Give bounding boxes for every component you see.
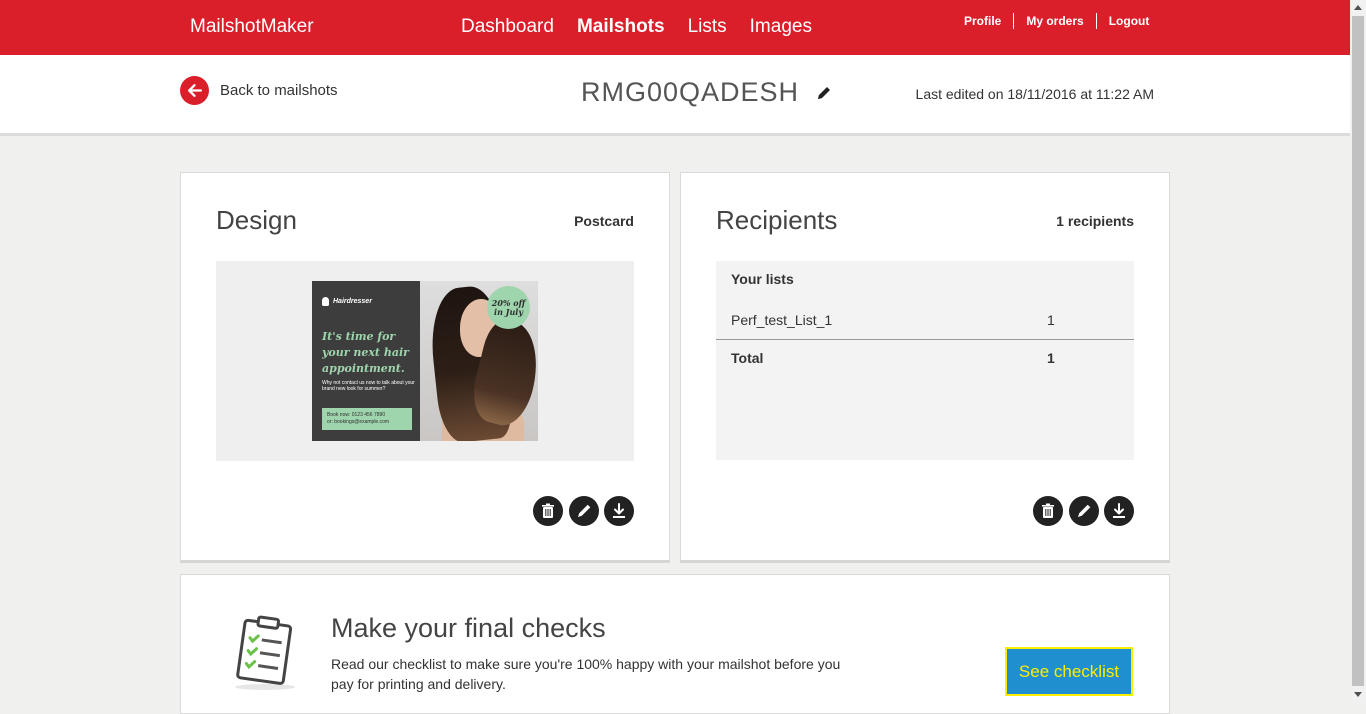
postcard-photo: 20% off in July [420,281,538,441]
scroll-down-arrow-icon[interactable] [1354,692,1362,697]
mailshot-header: Back to mailshots RMG00QADESH Last edite… [0,55,1350,136]
design-download-button[interactable] [604,496,634,526]
postcard-discount-badge: 20% off in July [487,286,530,329]
postcard-preview[interactable]: Hairdresser It's time for your next hair… [312,281,538,441]
total-value: 1 [1047,350,1055,366]
final-checks-title: Make your final checks [331,613,606,643]
list-count: 1 [1047,312,1055,328]
nav-dashboard[interactable]: Dashboard [461,16,554,38]
design-preview-area: Hairdresser It's time for your next hair… [216,261,634,461]
postcard-brand: Hairdresser [322,297,372,306]
final-checks-card: Make your final checks Read our checklis… [180,574,1170,714]
nav-mailshots[interactable]: Mailshots [577,16,665,38]
list-item[interactable]: Perf_test_List_1 1 [731,312,1119,328]
your-lists-heading: Your lists [731,271,794,287]
hairdresser-logo-icon [322,297,329,306]
design-delete-button[interactable] [533,496,563,526]
postcard-headline: It's time for your next hair appointment… [322,330,409,375]
postcard-badge-text: 20% off in July [491,297,526,317]
scroll-up-arrow-icon[interactable] [1354,5,1362,10]
postcard-brand-text: Hairdresser [333,298,372,305]
recipients-heading: Recipients [716,205,838,235]
nav-lists[interactable]: Lists [688,16,727,38]
back-to-mailshots-link[interactable]: Back to mailshots [180,76,338,105]
profile-link[interactable]: Profile [964,14,1001,28]
vertical-scrollbar[interactable] [1350,0,1366,702]
total-row: Total 1 [731,350,1119,366]
mailshot-title: RMG00QADESH [581,77,800,107]
trash-icon [542,503,554,518]
postcard-cta-phone: Book now: 0123 456 7890 [327,412,386,418]
nav-divider [1095,13,1097,29]
recipients-edit-button[interactable] [1069,496,1099,526]
recipients-delete-button[interactable] [1033,496,1063,526]
trash-icon [1042,503,1054,518]
pencil-icon [1078,504,1091,517]
nav-images[interactable]: Images [750,16,812,38]
postcard-cta-email: or: bookings@example.com [327,419,390,425]
final-checks-text: Read our checklist to make sure you're 1… [331,656,841,692]
nav-divider [1013,13,1015,29]
divider [716,339,1134,340]
logout-link[interactable]: Logout [1109,14,1150,28]
top-navigation-bar: MailshotMaker Dashboard Mailshots Lists … [0,0,1350,55]
back-label[interactable]: Back to mailshots [220,82,338,99]
back-arrow-icon[interactable] [180,76,209,105]
recipients-card: Recipients 1 recipients Your lists Perf_… [680,172,1170,563]
pencil-icon [578,504,591,517]
total-label: Total [731,350,764,366]
postcard-text-panel: Hairdresser It's time for your next hair… [312,281,420,441]
user-nav: Profile My orders Logout [964,13,1149,29]
design-edit-button[interactable] [569,496,599,526]
postcard-cta: Book now: 0123 456 7890 or: bookings@exa… [322,408,412,430]
checklist-clipboard-icon [235,615,295,690]
my-orders-link[interactable]: My orders [1026,14,1083,28]
brand-logo[interactable]: MailshotMaker [190,16,314,38]
postcard-body: Why not contact us now to talk about you… [322,380,415,392]
design-format: Postcard [574,213,634,229]
download-icon [1113,503,1125,518]
recipients-count: 1 recipients [1056,213,1134,229]
title-wrap: RMG00QADESH [581,77,833,108]
recipients-download-button[interactable] [1104,496,1134,526]
scrollbar-thumb[interactable] [1352,16,1364,686]
download-icon [613,503,625,518]
edit-title-pencil-icon[interactable] [815,84,833,102]
see-checklist-button[interactable]: See checklist [1005,647,1133,696]
design-card: Design Postcard Hairdresser It's time fo… [180,172,670,563]
last-edited-text: Last edited on 18/11/2016 at 11:22 AM [915,86,1154,102]
design-heading: Design [216,205,297,235]
list-name: Perf_test_List_1 [731,312,833,328]
main-nav: Dashboard Mailshots Lists Images [461,16,812,38]
recipients-list-box: Your lists Perf_test_List_1 1 Total 1 [716,261,1134,460]
